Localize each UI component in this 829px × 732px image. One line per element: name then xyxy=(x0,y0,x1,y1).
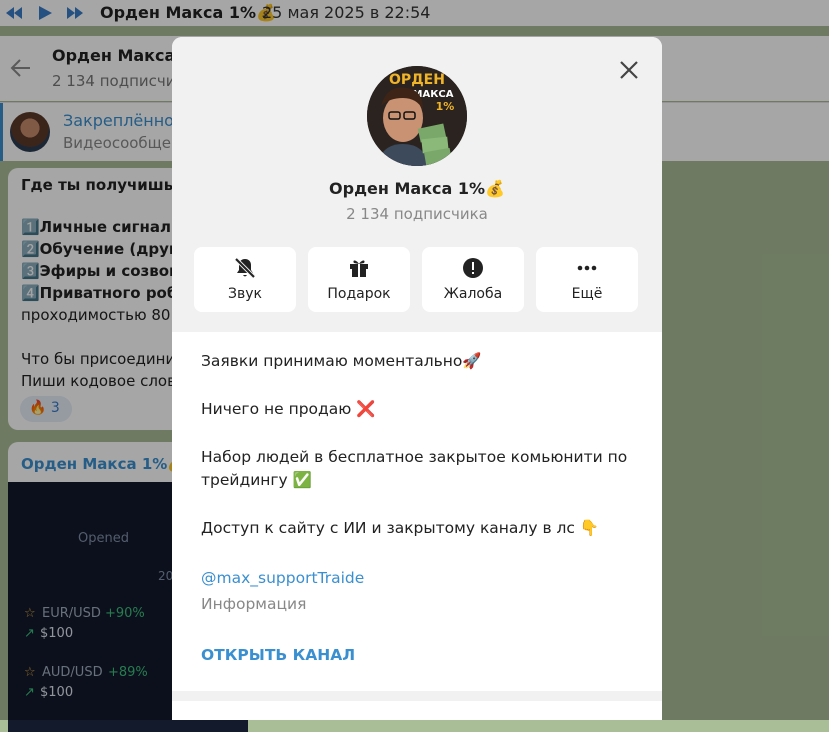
gift-label: Подарок xyxy=(327,286,391,302)
channel-name: Орден Макса 1%💰 xyxy=(329,179,505,198)
gift-icon xyxy=(350,260,368,277)
mute-label: Звук xyxy=(228,286,262,302)
info-label: Информация xyxy=(201,595,307,613)
more-icon xyxy=(577,265,597,271)
channel-description: Заявки принимаю моментально🚀 Ничего не п… xyxy=(201,350,641,565)
report-icon xyxy=(463,258,483,278)
more-button[interactable]: Ещё xyxy=(536,247,638,312)
channel-info-modal: ОРДЕН МАКСА 1% Орден Макса 1%💰 2 134 под… xyxy=(172,37,662,720)
mute-button[interactable]: Звук xyxy=(194,247,296,312)
gift-button[interactable]: Подарок xyxy=(308,247,410,312)
channel-avatar[interactable]: ОРДЕН МАКСА 1% xyxy=(367,66,467,166)
open-channel-button[interactable]: ОТКРЫТЬ КАНАЛ xyxy=(201,646,355,664)
report-label: Жалоба xyxy=(443,286,503,302)
description-line: Доступ к сайту с ИИ и закрытому каналу в… xyxy=(201,519,600,537)
channel-link[interactable]: @max_supportTraide xyxy=(201,569,364,587)
description-line: Заявки принимаю моментально🚀 xyxy=(201,352,482,370)
bell-off-icon xyxy=(234,257,256,279)
description-line: Ничего не продаю ❌ xyxy=(201,400,376,418)
description-line: Набор людей в бесплатное закрытое комьюн… xyxy=(201,448,628,489)
more-label: Ещё xyxy=(571,286,603,302)
svg-text:ОРДЕН: ОРДЕН xyxy=(389,72,445,88)
report-button[interactable]: Жалоба xyxy=(422,247,524,312)
close-icon[interactable] xyxy=(618,59,640,81)
modal-divider xyxy=(172,691,662,720)
channel-subscribers: 2 134 подписчика xyxy=(346,205,488,223)
svg-text:1%: 1% xyxy=(436,100,455,113)
